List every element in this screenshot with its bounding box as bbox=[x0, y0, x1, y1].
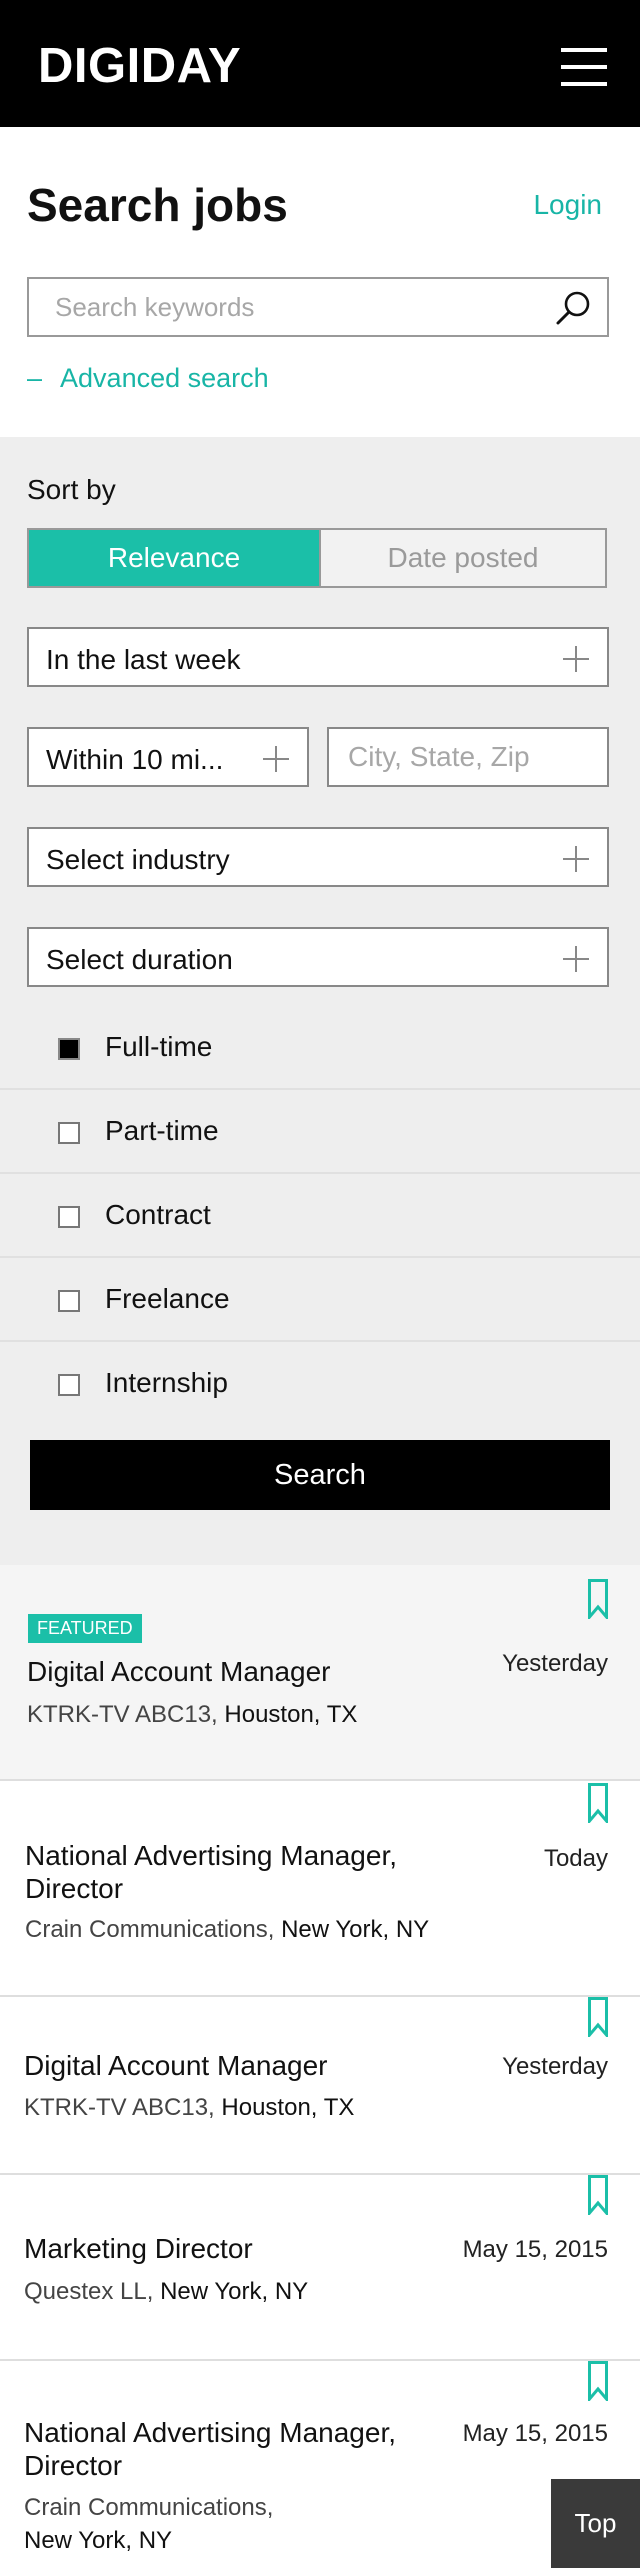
job-title-line: Digital Account Manager bbox=[27, 1656, 331, 1687]
plus-icon bbox=[563, 846, 589, 872]
job-location: New York, NY bbox=[281, 1916, 430, 1943]
location-field bbox=[327, 727, 609, 787]
job-company: KTRK-TV ABC13, bbox=[27, 1701, 218, 1728]
checkbox[interactable] bbox=[58, 1122, 80, 1144]
search-icon[interactable] bbox=[555, 289, 593, 327]
job-listing[interactable]: National Advertising Manager, Director T… bbox=[0, 1781, 640, 1997]
bookmark-icon[interactable] bbox=[588, 2361, 608, 2401]
advanced-filters-panel: Sort by Relevance Date posted In the las… bbox=[0, 437, 640, 1565]
job-type-label: Contract bbox=[105, 1199, 211, 1230]
keyword-search-input[interactable] bbox=[55, 279, 545, 335]
job-type-option-freelance[interactable]: Freelance bbox=[0, 1258, 640, 1342]
job-company: Crain Communications, bbox=[24, 2494, 274, 2521]
digiday-logo[interactable]: DIGIDAY bbox=[38, 38, 241, 94]
job-title-line: Marketing Director bbox=[24, 2233, 253, 2264]
job-type-label: Internship bbox=[105, 1367, 228, 1398]
job-type-label: Freelance bbox=[105, 1283, 230, 1314]
job-listing[interactable]: FEATURED Digital Account Manager Yesterd… bbox=[0, 1565, 640, 1781]
job-company-location: KTRK-TV ABC13, Houston, TX bbox=[24, 2091, 354, 2124]
bookmark-icon[interactable] bbox=[588, 2175, 608, 2215]
job-type-option-internship[interactable]: Internship bbox=[0, 1342, 640, 1426]
keyword-search-box bbox=[27, 277, 609, 337]
radius-select[interactable]: Within 10 mi... bbox=[27, 727, 309, 787]
job-location: New York, NY bbox=[160, 2278, 309, 2305]
job-company-location: Questex LL, New York, NY bbox=[24, 2275, 308, 2308]
job-company: Crain Communications, bbox=[25, 1916, 275, 1943]
job-company-location: Crain Communications, New York, NY bbox=[24, 2491, 273, 2557]
industry-select[interactable]: Select industry bbox=[27, 827, 609, 887]
bookmark-icon[interactable] bbox=[588, 1783, 608, 1823]
featured-badge: FEATURED bbox=[28, 1614, 142, 1643]
hamburger-menu-icon[interactable] bbox=[561, 48, 607, 86]
checkbox[interactable] bbox=[58, 1206, 80, 1228]
job-location: Houston, TX bbox=[224, 1701, 358, 1728]
job-type-option-full-time[interactable]: Full-time bbox=[0, 1006, 640, 1090]
checkbox[interactable] bbox=[58, 1290, 80, 1312]
job-location: Houston, TX bbox=[221, 2094, 355, 2121]
job-type-option-contract[interactable]: Contract bbox=[0, 1174, 640, 1258]
checkbox-checked[interactable] bbox=[58, 1038, 80, 1060]
location-input[interactable] bbox=[348, 729, 598, 785]
job-title[interactable]: National Advertising Manager, Director bbox=[24, 2416, 396, 2482]
job-title-line: Director bbox=[24, 2450, 123, 2481]
job-company-location: Crain Communications, New York, NY bbox=[25, 1913, 429, 1946]
job-title[interactable]: National Advertising Manager, Director bbox=[25, 1839, 397, 1905]
page-title: Search jobs bbox=[27, 179, 288, 231]
checkbox[interactable] bbox=[58, 1374, 80, 1396]
job-date: Today bbox=[543, 1845, 608, 1872]
job-listing[interactable]: Marketing Director May 15, 2015 Questex … bbox=[0, 2175, 640, 2361]
login-link[interactable]: Login bbox=[533, 189, 602, 221]
job-title[interactable]: Digital Account Manager bbox=[24, 2049, 328, 2082]
bookmark-icon[interactable] bbox=[588, 1997, 608, 2037]
job-title-line: Director bbox=[25, 1873, 124, 1904]
job-date: May 15, 2015 bbox=[462, 2236, 608, 2263]
sort-date-posted-button[interactable]: Date posted bbox=[319, 528, 607, 588]
advanced-search-link[interactable]: – Advanced search bbox=[27, 363, 269, 394]
job-location: New York, NY bbox=[24, 2527, 173, 2554]
job-type-label: Full-time bbox=[105, 1031, 213, 1062]
job-title[interactable]: Marketing Director bbox=[24, 2232, 253, 2265]
job-company-location: KTRK-TV ABC13, Houston, TX bbox=[27, 1698, 357, 1731]
industry-value: Select industry bbox=[46, 844, 230, 875]
job-type-option-part-time[interactable]: Part-time bbox=[0, 1090, 640, 1174]
sort-relevance-button[interactable]: Relevance bbox=[27, 528, 319, 588]
search-section: Search jobs Login –Advanced search bbox=[0, 127, 640, 437]
job-title-line: National Advertising Manager, bbox=[24, 2417, 396, 2448]
radius-value: Within 10 mi... bbox=[46, 744, 224, 775]
duration-select[interactable]: Select duration bbox=[27, 927, 609, 987]
date-range-select[interactable]: In the last week bbox=[27, 627, 609, 687]
plus-icon bbox=[563, 946, 589, 972]
job-title[interactable]: Digital Account Manager bbox=[27, 1655, 331, 1688]
search-button[interactable]: Search bbox=[30, 1440, 610, 1510]
job-listing[interactable]: Digital Account Manager Yesterday KTRK-T… bbox=[0, 1997, 640, 2175]
duration-value: Select duration bbox=[46, 944, 233, 975]
date-range-value: In the last week bbox=[46, 644, 241, 675]
site-header: DIGIDAY bbox=[0, 0, 640, 127]
job-company: KTRK-TV ABC13, bbox=[24, 2094, 215, 2121]
sort-by-label: Sort by bbox=[27, 474, 116, 505]
job-type-label: Part-time bbox=[105, 1115, 219, 1146]
job-date: May 15, 2015 bbox=[462, 2420, 608, 2447]
collapse-dash-icon: – bbox=[27, 363, 43, 393]
bookmark-icon[interactable] bbox=[588, 1579, 608, 1619]
plus-icon bbox=[563, 646, 589, 672]
job-title-line: Digital Account Manager bbox=[24, 2050, 328, 2081]
job-listing[interactable]: National Advertising Manager, Director M… bbox=[0, 2361, 640, 2568]
job-company: Questex LL, bbox=[24, 2278, 154, 2305]
advanced-search-label: Advanced search bbox=[60, 363, 269, 393]
job-title-line: National Advertising Manager, bbox=[25, 1840, 397, 1871]
back-to-top-button[interactable]: Top bbox=[551, 2479, 640, 2568]
plus-icon bbox=[263, 746, 289, 772]
job-date: Yesterday bbox=[502, 1650, 608, 1677]
job-date: Yesterday bbox=[502, 2053, 608, 2080]
